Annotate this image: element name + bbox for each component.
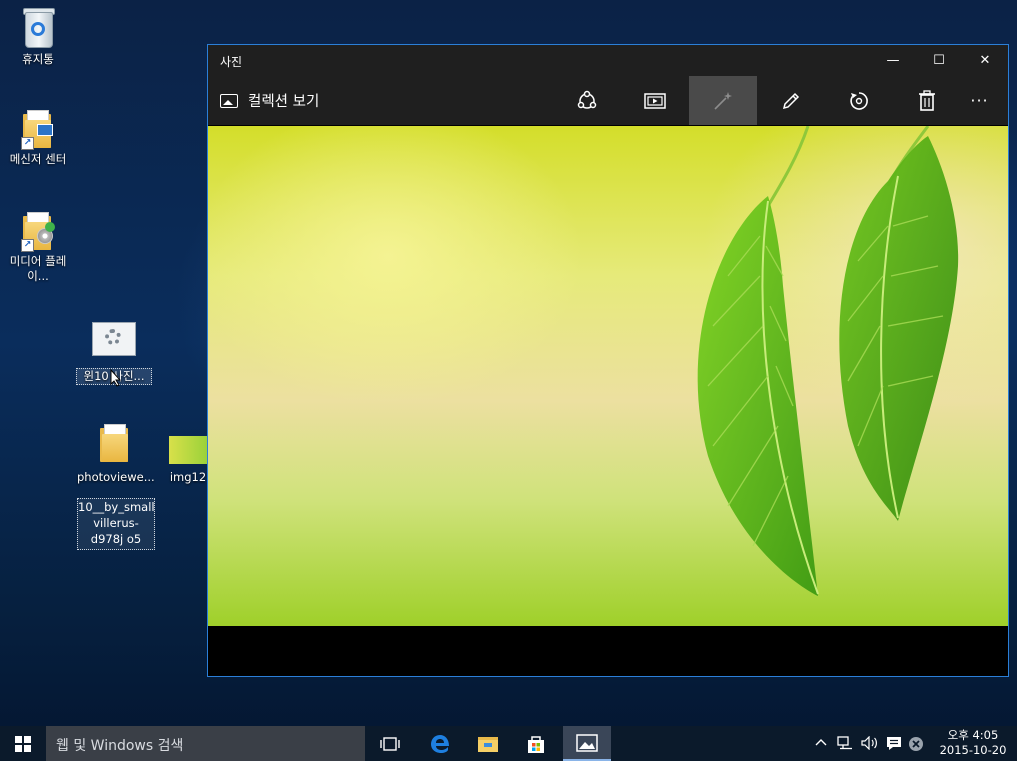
task-view-button[interactable] [367,726,413,761]
settings-file-icon [92,322,136,356]
file-explorer-icon [478,736,498,752]
speaker-icon [861,735,877,751]
share-button[interactable] [553,76,621,125]
mouse-cursor-icon [110,369,122,387]
task-view-icon [380,736,400,751]
window-titlebar[interactable]: 사진 — ☐ ✕ [208,45,1008,76]
desktop-icon-recycle-bin[interactable]: 휴지통 [0,6,76,67]
close-button[interactable]: ✕ [962,45,1008,76]
minimize-button[interactable]: — [870,45,916,76]
folder-shortcut-icon: ↗ [21,110,53,150]
delete-icon [919,89,935,111]
search-placeholder: 웹 및 Windows 검색 [56,738,184,754]
rename-label-box[interactable]: 10__by_small villerus-d978j o5 [77,498,155,550]
network-icon [837,736,852,750]
notification-icon [887,737,901,750]
photo-viewer-image[interactable] [208,126,1008,626]
photos-taskbar-button[interactable] [563,726,611,761]
desktop-icon-label: 메신저 센터 [9,152,67,166]
slideshow-button[interactable] [621,76,689,125]
show-hidden-icons-button[interactable] [815,736,827,750]
network-button[interactable] [837,736,853,753]
close-status-button[interactable] [908,736,924,755]
photo-toolbar: 컬렉션 보기 ··· [208,76,1008,125]
edit-button[interactable] [757,76,825,125]
desktop-icon-label: 휴지통 [22,52,54,66]
view-collection-label: 컬렉션 보기 [248,94,320,110]
image-thumbnail-icon [169,436,207,464]
edit-icon [782,92,800,109]
more-options-button[interactable]: ··· [951,76,1008,125]
edge-button[interactable] [417,726,463,761]
search-box[interactable]: 웹 및 Windows 검색 [46,726,365,761]
slideshow-icon [644,92,666,109]
maximize-button[interactable]: ☐ [916,45,962,76]
action-center-button[interactable] [886,736,902,754]
desktop-icon-label: photoviewe... [77,470,155,484]
gallery-icon [220,94,238,108]
edge-icon [431,734,449,753]
window-title: 사진 [220,55,243,69]
taskbar-clock[interactable]: 오후 4:05 2015-10-20 [936,728,1010,758]
rotate-icon [850,91,868,110]
volume-button[interactable] [861,735,879,753]
taskbar: 웹 및 Windows 검색 오후 4:05 2015-10-20 [0,726,1017,761]
windows-logo-icon [15,735,31,752]
desktop-icon-label: 10__by_small villerus-d978j o5 [78,500,155,546]
view-collection-button[interactable]: 컬렉션 보기 [220,90,319,111]
clock-time: 오후 4:05 [947,728,999,742]
desktop-icon-messenger-center[interactable]: ↗ 메신저 센터 [0,110,76,167]
clock-date: 2015-10-20 [939,743,1007,757]
file-explorer-button[interactable] [465,726,511,761]
start-button[interactable] [0,726,46,761]
folder-icon [100,424,130,462]
desktop-icon-label: 미디어 플레이... [9,254,67,283]
store-icon [528,735,544,753]
share-icon [577,90,597,109]
close-circle-icon [909,737,923,751]
rotate-button[interactable] [825,76,893,125]
leaf-photo-image [697,126,959,596]
photos-app-window: 사진 — ☐ ✕ 컬렉션 보기 ··· [207,44,1009,677]
chevron-up-icon [815,739,827,746]
desktop-icon-media-player[interactable]: ↗ 미디어 플레이... [0,212,76,284]
media-folder-shortcut-icon: ↗ [21,212,55,252]
desktop-icon-photoviewer-folder[interactable]: photoviewe... [77,424,155,485]
store-button[interactable] [513,726,559,761]
recycle-bin-icon [21,6,55,48]
more-icon: ··· [970,91,989,110]
enhance-button[interactable] [689,76,757,125]
photos-icon [576,733,598,752]
enhance-icon [714,91,732,110]
